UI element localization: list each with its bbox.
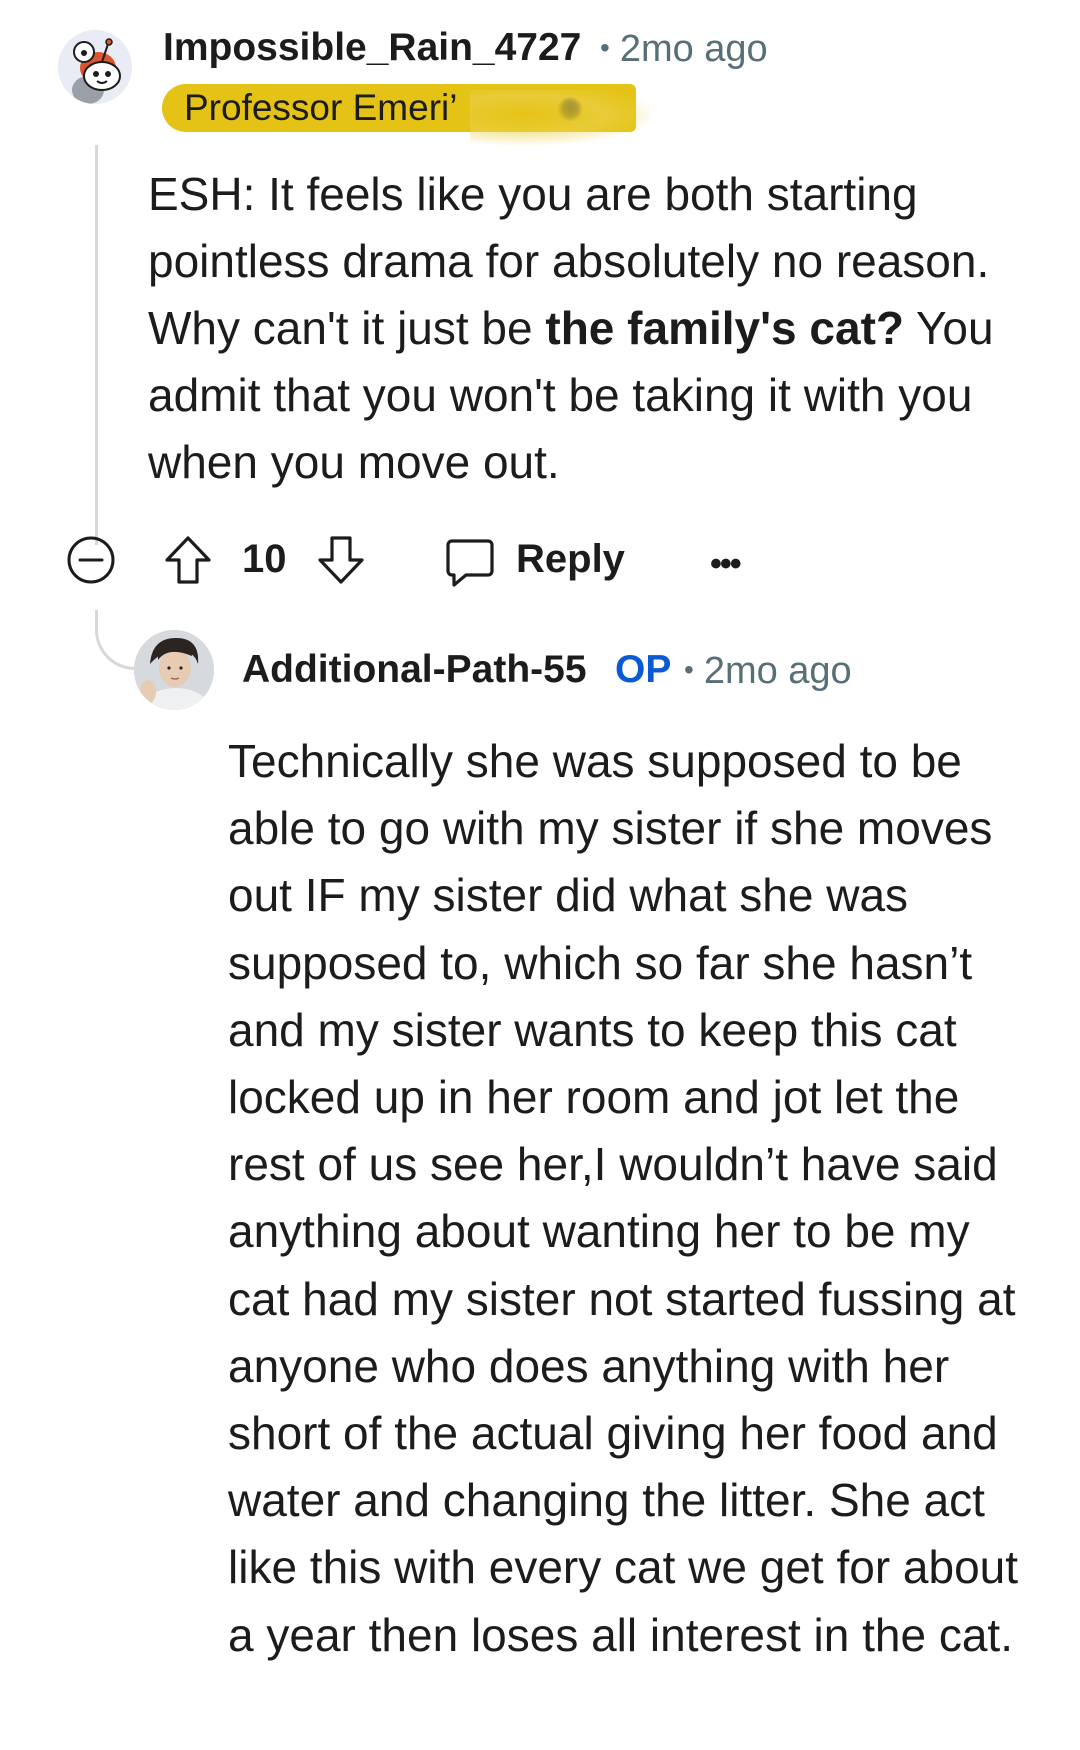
- comment-meta: • 2mo ago: [684, 650, 852, 693]
- comment-meta: • 2mo ago: [600, 28, 768, 71]
- collapse-icon: [67, 536, 115, 584]
- upvote-button[interactable]: [163, 534, 213, 586]
- flair-redaction-tail: [470, 90, 650, 145]
- comment-username[interactable]: Additional-Path-55: [242, 648, 587, 692]
- op-badge: OP: [615, 648, 672, 691]
- reply-icon: [446, 539, 494, 587]
- comment-timestamp: 2mo ago: [619, 28, 768, 70]
- comment-body: Technically she was supposed to be able …: [228, 735, 1019, 1661]
- meta-separator: •: [684, 654, 694, 685]
- thread-line-branch: [95, 610, 140, 670]
- comment-timestamp: 2mo ago: [703, 650, 852, 692]
- thread-line: [95, 145, 98, 545]
- vote-count: 10: [242, 537, 287, 581]
- avatar[interactable]: [134, 630, 214, 710]
- user-flair-text: Professor Emeri’: [184, 87, 458, 128]
- reply-label[interactable]: Reply: [516, 537, 625, 582]
- comment-body-bold: the family's cat?: [545, 302, 905, 354]
- reply-button[interactable]: [444, 535, 496, 587]
- comment-body: ESH: It feels like you are both starting…: [148, 161, 1028, 496]
- avatar[interactable]: [58, 30, 132, 104]
- user-photo-avatar: [134, 630, 214, 710]
- snoo-avatar-icon: [58, 30, 132, 104]
- collapse-button[interactable]: [66, 535, 116, 585]
- upvote-icon: [165, 536, 211, 584]
- meta-separator: •: [600, 32, 610, 63]
- downvote-button[interactable]: [316, 534, 366, 586]
- comment-username[interactable]: Impossible_Rain_4727: [163, 26, 581, 70]
- more-options-icon[interactable]: •••: [710, 545, 742, 584]
- downvote-icon: [318, 536, 364, 584]
